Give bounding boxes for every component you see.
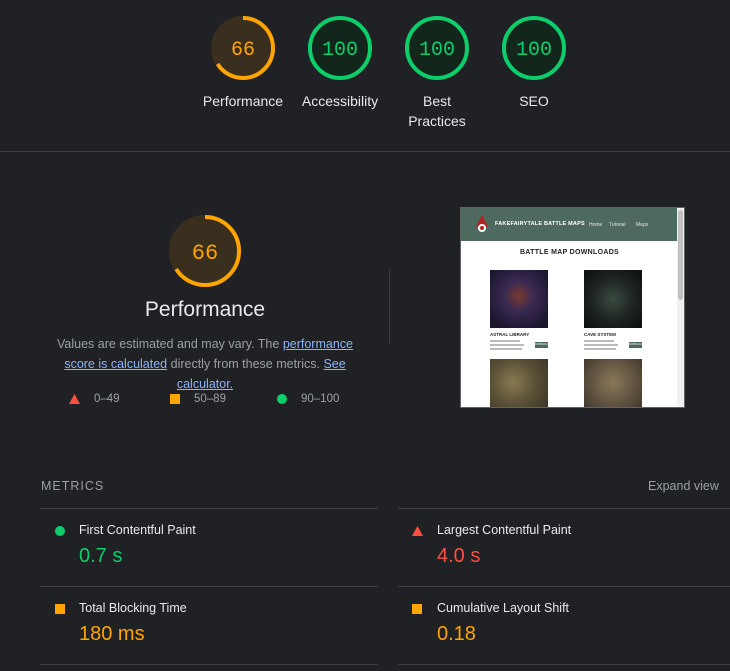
logo-icon [476, 215, 488, 232]
screenshot-map-name: ASTRAL LIBRARY [490, 332, 530, 337]
gauge-ring: 100 [502, 16, 566, 80]
performance-gauge-large: 66 [168, 214, 242, 293]
gauge-label: Performance [202, 93, 284, 109]
circle-icon [277, 394, 287, 404]
metric-name-cls: Cumulative Layout Shift [437, 601, 570, 615]
scrollbar-thumb [678, 210, 683, 300]
metric-value-fcp: 0.7 s [79, 545, 123, 567]
average-square-icon [55, 604, 65, 614]
gauge-seo[interactable]: 100 SEO [489, 15, 579, 111]
screenshot-text-line [490, 340, 520, 342]
gauge-best-practices[interactable]: 100 Best Practices [392, 15, 482, 131]
legend-range: 90–100 [301, 393, 340, 405]
screenshot-map-name: CAVE SYSTEM [584, 332, 616, 337]
metric-name-lcp: Largest Contentful Paint [437, 523, 572, 537]
performance-title: Performance [144, 298, 266, 321]
screenshot-text-line [490, 344, 524, 346]
screenshot-map-image [490, 270, 548, 328]
triangle-icon [69, 394, 80, 404]
metric-divider [398, 664, 730, 665]
legend-fail: 0–49 [69, 393, 120, 405]
legend-pass: 90–100 [277, 393, 339, 405]
metric-divider [40, 586, 378, 587]
metrics-title: METRICS [41, 479, 105, 493]
final-screenshot[interactable]: FAKEFAIRYTALE BATTLE MAPS Home Tutorial … [460, 207, 685, 408]
screenshot-brand: FAKEFAIRYTALE BATTLE MAPS [495, 221, 585, 227]
expand-view-button[interactable]: Expand view [648, 479, 719, 493]
gauge-ring: 66 [211, 16, 275, 80]
screenshot-map-image [584, 270, 642, 328]
gauge-label: SEO [519, 93, 549, 109]
legend-range: 50–89 [194, 393, 226, 405]
gauge-performance[interactable]: 66 Performance [198, 15, 288, 111]
section-divider [0, 151, 730, 152]
pass-circle-icon [55, 526, 65, 536]
vertical-divider [389, 270, 390, 344]
screenshot-text-line [584, 348, 616, 350]
square-icon [170, 394, 180, 404]
gauge-score: 66 [231, 39, 255, 62]
screenshot-scrollbar [677, 208, 684, 407]
metric-divider [398, 586, 730, 587]
screenshot-header: FAKEFAIRYTALE BATTLE MAPS Home Tutorial … [461, 208, 678, 241]
metric-name-fcp: First Contentful Paint [79, 523, 196, 537]
legend-range: 0–49 [94, 393, 120, 405]
desc-text: directly from these metrics. [167, 357, 324, 371]
gauge-score: 100 [419, 39, 455, 62]
gauge-label: Accessibility [301, 93, 379, 109]
screenshot-nav-item: Tutorial [609, 222, 626, 228]
screenshot-heading: BATTLE MAP DOWNLOADS [519, 249, 620, 256]
gauge-label: Best Practices [408, 93, 466, 129]
gauge-score: 100 [322, 39, 358, 62]
screenshot-text-line [584, 344, 618, 346]
screenshot-nav-item: Home [589, 222, 603, 228]
screenshot-text-line [584, 340, 614, 342]
screenshot-download-button: DOWNLOAD [535, 342, 550, 348]
average-square-icon [412, 604, 422, 614]
performance-score: 66 [192, 241, 218, 266]
metric-divider [40, 664, 378, 665]
gauge-ring: 66 [169, 215, 241, 287]
gauge-score: 100 [516, 39, 552, 62]
fail-triangle-icon [412, 526, 423, 536]
metric-divider [398, 508, 730, 509]
legend-average: 50–89 [170, 393, 226, 405]
screenshot-download-button: DOWNLOAD [629, 342, 644, 348]
screenshot-map-image [584, 359, 642, 407]
gauge-ring: 100 [308, 16, 372, 80]
performance-description: Values are estimated and may vary. The p… [40, 334, 370, 394]
metric-divider [40, 508, 378, 509]
metric-value-cls: 0.18 [437, 623, 476, 645]
metric-value-tbt: 180 ms [79, 623, 145, 645]
metric-value-lcp: 4.0 s [437, 545, 481, 567]
screenshot-nav-item: Maps [636, 222, 649, 228]
gauge-accessibility[interactable]: 100 Accessibility [295, 15, 385, 111]
screenshot-text-line [490, 348, 522, 350]
desc-text: Values are estimated and may vary. The [57, 337, 283, 351]
metric-name-tbt: Total Blocking Time [79, 601, 187, 615]
screenshot-map-image [490, 359, 548, 407]
gauge-ring: 100 [405, 16, 469, 80]
